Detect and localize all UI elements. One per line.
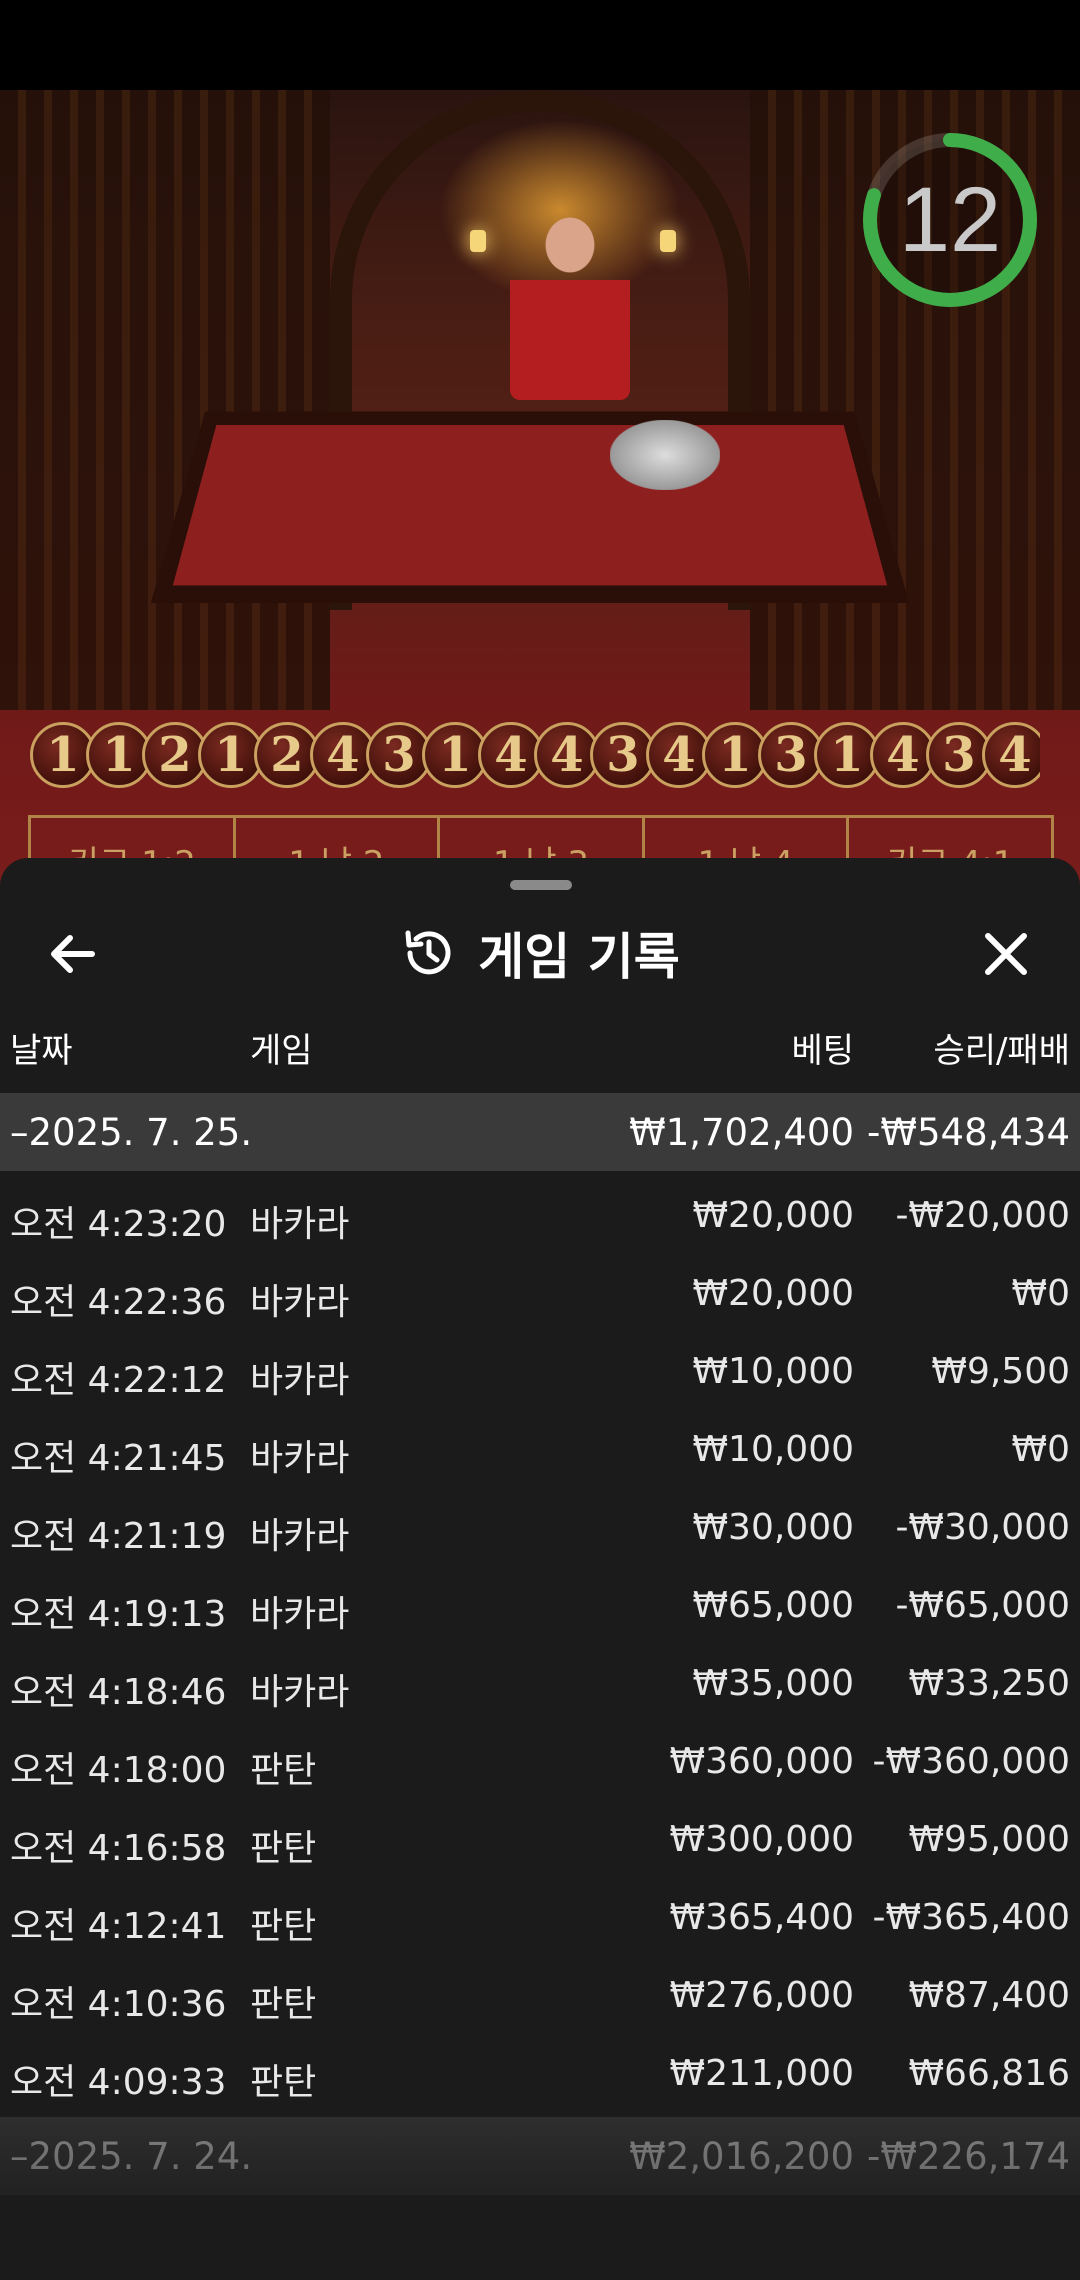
row-time: 오전 4:22:36 xyxy=(10,1282,227,1323)
history-row[interactable]: 오전 4:16:58 판탄 ₩300,000 ₩95,000 xyxy=(0,1801,1080,1879)
history-row[interactable]: 오전 4:18:00 판탄 ₩360,000 -₩360,000 xyxy=(0,1723,1080,1801)
row-game: 바카라 xyxy=(250,1516,350,1557)
row-result: ₩0 xyxy=(1011,1429,1071,1470)
row-bet: ₩20,000 xyxy=(692,1195,854,1236)
history-row[interactable]: 오전 4:23:20 바카라 ₩20,000 -₩20,000 xyxy=(0,1177,1080,1255)
day-date: –2025. 7. 25. xyxy=(10,1111,253,1154)
column-header-bet: 베팅 xyxy=(791,1031,854,1071)
countdown-value: 12 xyxy=(898,168,1002,271)
day-bet-total: ₩1,702,400 xyxy=(629,1111,854,1154)
game-history-sheet: 게임 기록 날짜 게임 베팅 승리/패배 –2025. 7. 25. ₩1,702… xyxy=(0,858,1080,2280)
history-row[interactable]: 오전 4:09:33 판탄 ₩211,000 ₩66,816 xyxy=(0,2035,1080,2113)
row-bet: ₩10,000 xyxy=(692,1351,854,1392)
row-game: 판탄 xyxy=(250,1984,317,2025)
sheet-header: 게임 기록 xyxy=(0,913,1080,993)
row-bet: ₩360,000 xyxy=(669,1741,854,1782)
row-time: 오전 4:18:00 xyxy=(10,1750,227,1791)
page-title: 게임 기록 xyxy=(478,928,680,986)
result-history-strip: 112124314434131434 xyxy=(30,710,1040,800)
row-game: 바카라 xyxy=(250,1360,350,1401)
row-game: 판탄 xyxy=(250,1750,317,1791)
decor-lamp xyxy=(470,230,486,252)
row-time: 오전 4:09:33 xyxy=(10,2062,227,2103)
history-row[interactable]: 오전 4:18:46 바카라 ₩35,000 ₩33,250 xyxy=(0,1645,1080,1723)
decor-lamp xyxy=(660,230,676,252)
day-result-total: -₩226,174 xyxy=(867,2135,1070,2178)
row-bet: ₩300,000 xyxy=(669,1819,854,1860)
row-time: 오전 4:21:45 xyxy=(10,1438,227,1479)
row-result: ₩33,250 xyxy=(908,1663,1070,1704)
row-game: 바카라 xyxy=(250,1594,350,1635)
history-row[interactable]: 오전 4:22:12 바카라 ₩10,000 ₩9,500 xyxy=(0,1333,1080,1411)
row-result: ₩95,000 xyxy=(908,1819,1070,1860)
row-result: -₩30,000 xyxy=(895,1507,1070,1548)
row-bet: ₩276,000 xyxy=(669,1975,854,2016)
column-header-result: 승리/패배 xyxy=(933,1031,1070,1071)
row-time: 오전 4:22:12 xyxy=(10,1360,227,1401)
row-result: -₩65,000 xyxy=(895,1585,1070,1626)
close-button[interactable] xyxy=(970,918,1042,990)
column-header-game: 게임 xyxy=(250,1031,313,1071)
row-time: 오전 4:23:20 xyxy=(10,1204,227,1245)
row-result: ₩87,400 xyxy=(908,1975,1070,2016)
history-row[interactable]: 오전 4:22:36 바카라 ₩20,000 ₩0 xyxy=(0,1255,1080,1333)
row-time: 오전 4:19:13 xyxy=(10,1594,227,1635)
row-bet: ₩20,000 xyxy=(692,1273,854,1314)
status-bar xyxy=(0,0,1080,90)
row-result: ₩66,816 xyxy=(908,2053,1070,2094)
game-table xyxy=(150,411,910,604)
row-game: 바카라 xyxy=(250,1282,350,1323)
row-bet: ₩35,000 xyxy=(692,1663,854,1704)
row-bet: ₩10,000 xyxy=(692,1429,854,1470)
row-bet: ₩211,000 xyxy=(669,2053,854,2094)
row-game: 바카라 xyxy=(250,1438,350,1479)
history-row[interactable]: 오전 4:21:45 바카라 ₩10,000 ₩0 xyxy=(0,1411,1080,1489)
row-time: 오전 4:16:58 xyxy=(10,1828,227,1869)
row-game: 판탄 xyxy=(250,1828,317,1869)
day-result-total: -₩548,434 xyxy=(867,1111,1070,1154)
row-result: -₩20,000 xyxy=(895,1195,1070,1236)
sheet-drag-handle[interactable] xyxy=(510,880,572,890)
history-row[interactable]: 오전 4:19:13 바카라 ₩65,000 -₩65,000 xyxy=(0,1567,1080,1645)
row-result: ₩0 xyxy=(1011,1273,1071,1314)
countdown-timer: 12 xyxy=(860,130,1040,310)
row-time: 오전 4:12:41 xyxy=(10,1906,227,1947)
row-result: -₩360,000 xyxy=(872,1741,1070,1782)
row-game: 바카라 xyxy=(250,1204,350,1245)
row-bet: ₩365,400 xyxy=(669,1897,854,1938)
history-row[interactable]: 오전 4:21:19 바카라 ₩30,000 -₩30,000 xyxy=(0,1489,1080,1567)
day-summary-row[interactable]: –2025. 7. 24. ₩2,016,200 -₩226,174 xyxy=(0,2117,1080,2195)
history-row[interactable]: 오전 4:10:36 판탄 ₩276,000 ₩87,400 xyxy=(0,1957,1080,2035)
row-game: 판탄 xyxy=(250,2062,317,2103)
history-clock-icon xyxy=(405,930,451,975)
dealer xyxy=(510,200,630,400)
row-result: ₩9,500 xyxy=(931,1351,1070,1392)
row-time: 오전 4:10:36 xyxy=(10,1984,227,2025)
bead-bowl xyxy=(610,420,720,490)
row-bet: ₩30,000 xyxy=(692,1507,854,1548)
row-time: 오전 4:18:46 xyxy=(10,1672,227,1713)
row-bet: ₩65,000 xyxy=(692,1585,854,1626)
decor-left-screen xyxy=(0,90,330,710)
day-summary-row[interactable]: –2025. 7. 25. ₩1,702,400 -₩548,434 xyxy=(0,1093,1080,1171)
result-ball: 4 xyxy=(982,722,1040,788)
row-game: 판탄 xyxy=(250,1906,317,1947)
row-time: 오전 4:21:19 xyxy=(10,1516,227,1557)
row-game: 바카라 xyxy=(250,1672,350,1713)
column-header-date: 날짜 xyxy=(10,1031,73,1071)
close-icon xyxy=(985,933,1027,975)
row-result: -₩365,400 xyxy=(872,1897,1070,1938)
day-bet-total: ₩2,016,200 xyxy=(629,2135,854,2178)
day-date: –2025. 7. 24. xyxy=(10,2135,253,2178)
history-row[interactable]: 오전 4:12:41 판탄 ₩365,400 -₩365,400 xyxy=(0,1879,1080,1957)
